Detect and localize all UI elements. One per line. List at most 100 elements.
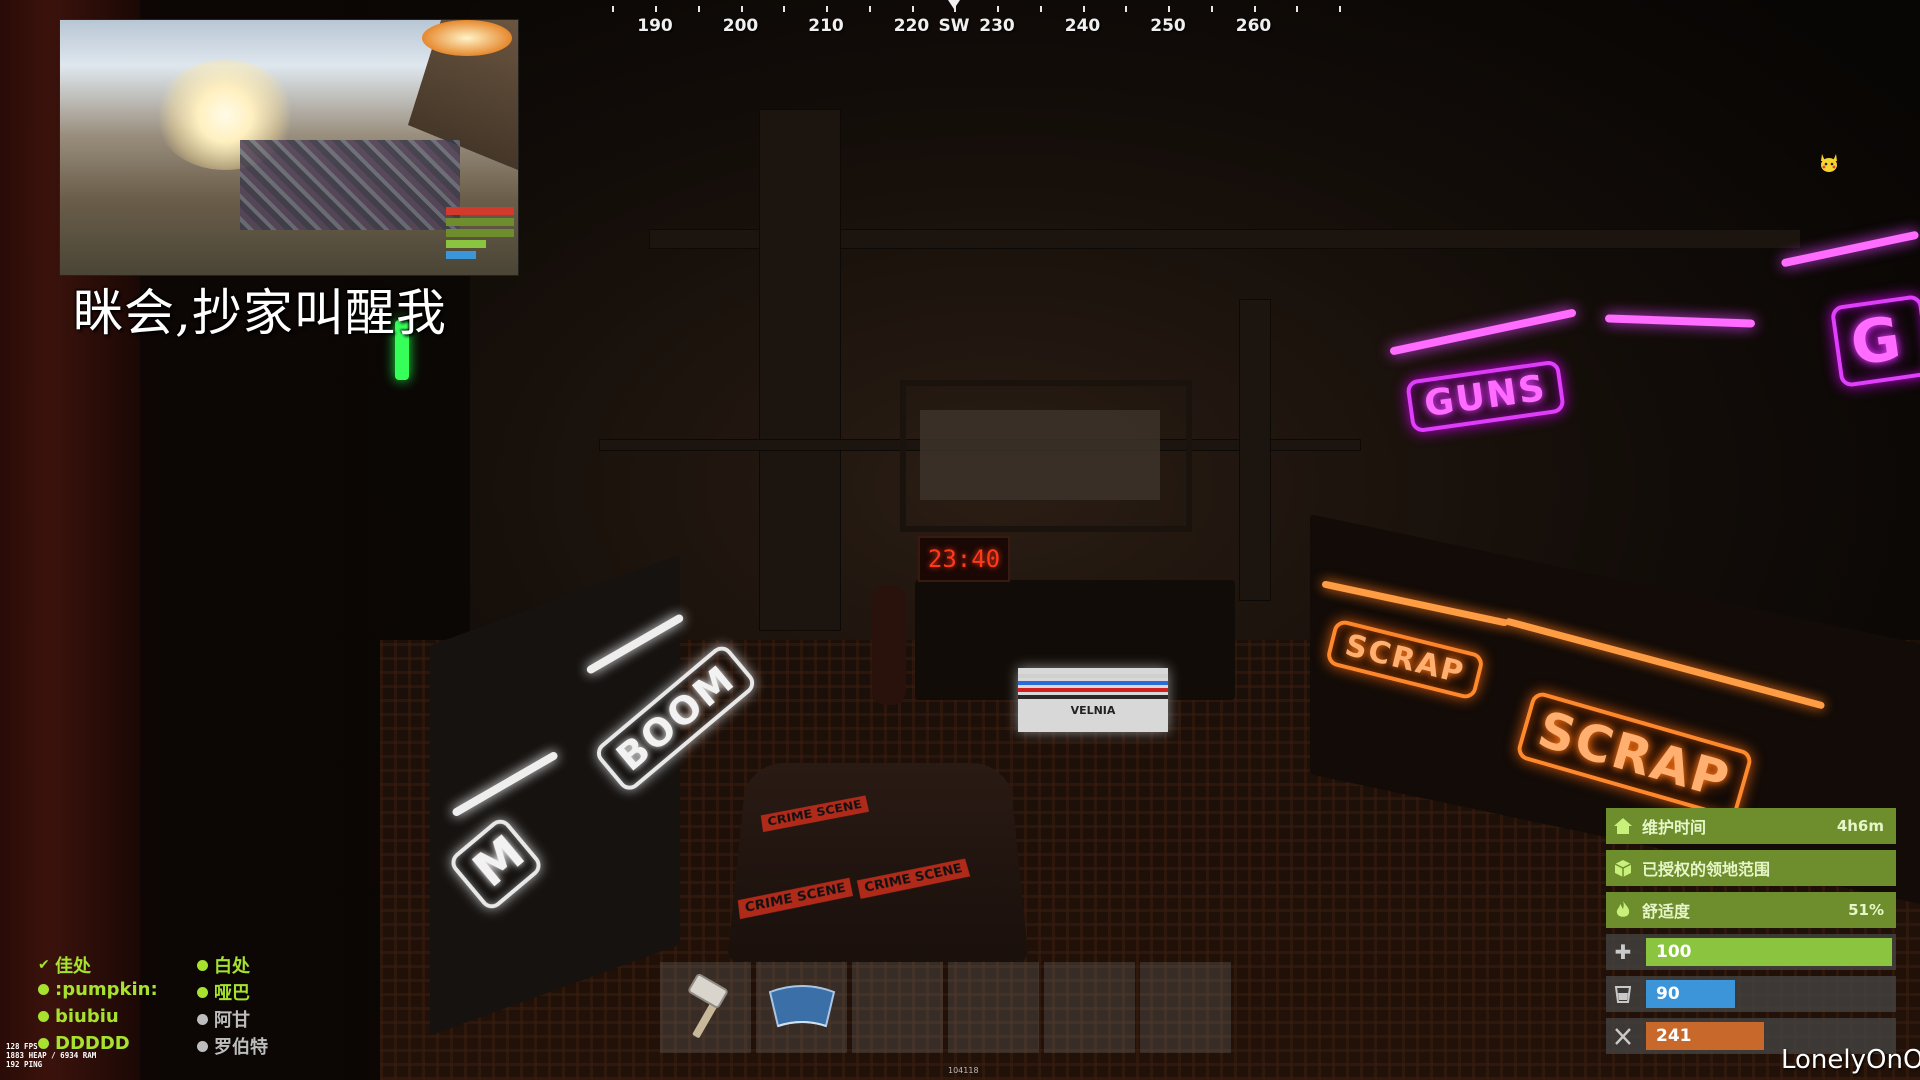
comfort-label: 舒适度	[1642, 902, 1691, 921]
comfort-row: 舒适度 51%	[1606, 892, 1896, 928]
health-bar: 100	[1646, 938, 1892, 966]
compass-minor-tick	[868, 6, 871, 12]
compass-label: 250	[1150, 16, 1186, 36]
compass-minor-tick	[783, 6, 786, 12]
member-name: 哑巴	[214, 983, 250, 1004]
compass-minor-tick	[655, 6, 657, 12]
neon-tube	[1389, 308, 1577, 356]
sleeping-bag[interactable]: CRIME SCENE CRIME SCENE CRIME SCENE	[727, 762, 1029, 962]
stream-caption: 眯会,抄家叫醒我	[73, 284, 447, 342]
compass-minor-tick	[1082, 6, 1085, 12]
cube-icon	[1606, 850, 1640, 886]
compass-pointer-icon	[948, 0, 960, 9]
team-member[interactable]: :pumpkin:	[38, 979, 158, 1000]
team-member[interactable]: 阿甘	[197, 1006, 250, 1032]
compass-minor-tick	[697, 6, 700, 12]
hotbar	[660, 962, 1231, 1053]
team-member[interactable]: ✔ 佳处	[38, 952, 91, 978]
team-member[interactable]: biubiu	[38, 1006, 119, 1027]
food-fill: 241	[1646, 1022, 1765, 1050]
compass-label: SW	[938, 16, 970, 36]
neon-tube	[1604, 314, 1756, 328]
support-pillar	[760, 110, 840, 630]
compass-minor-tick	[1168, 6, 1170, 12]
offline-dot-icon	[197, 1040, 208, 1052]
compass-minor-tick	[1296, 6, 1299, 12]
water-bar: 90	[1646, 980, 1892, 1008]
fps-counter: 128 FPS	[6, 1042, 38, 1051]
fork-knife-icon	[1606, 1018, 1640, 1054]
stream-minimap	[59, 19, 519, 276]
compass-minor-tick	[612, 6, 615, 12]
member-name: 白处	[214, 956, 250, 977]
online-dot-icon	[197, 986, 208, 998]
house-icon	[1606, 808, 1640, 844]
gas-cylinder	[872, 585, 906, 705]
compass-minor-tick	[997, 6, 999, 12]
compass-minor-tick	[1210, 6, 1213, 12]
compass-minor-tick	[826, 6, 828, 12]
town-structures	[240, 140, 460, 230]
compass-minor-tick	[740, 6, 743, 12]
tape-label: CRIME SCENE	[856, 858, 971, 899]
hotbar-slot-3[interactable]	[852, 962, 943, 1053]
compass-label: 210	[808, 16, 844, 36]
compass-label: 200	[722, 16, 759, 36]
cup-icon	[1606, 976, 1640, 1012]
water-row: 90	[1606, 976, 1896, 1012]
compass-label: 230	[979, 16, 1015, 36]
team-member[interactable]: 白处	[197, 952, 250, 978]
hotbar-slot-5[interactable]	[1044, 962, 1135, 1053]
upkeep-row: 维护时间 4h6m	[1606, 808, 1896, 844]
performance-overlay: 128 FPS 1883 HEAP / 6934 RAM 192 PING	[6, 1042, 96, 1069]
compass-minor-tick	[1253, 6, 1256, 12]
hotbar-slot-2[interactable]	[756, 962, 847, 1053]
online-dot-icon	[38, 1011, 49, 1022]
compass-label: 220	[893, 16, 930, 36]
water-fill: 90	[1646, 980, 1735, 1008]
online-dot-icon	[197, 959, 208, 971]
plus-icon: ✚	[1614, 940, 1632, 964]
compass-minor-tick	[1125, 6, 1128, 12]
water-value: 90	[1656, 984, 1680, 1004]
food-value: 241	[1656, 1026, 1692, 1046]
leader-check-icon: ✔	[38, 957, 50, 973]
team-member[interactable]: 罗伯特	[197, 1033, 268, 1059]
compass-label: 260	[1235, 16, 1272, 36]
building-privilege-label: 已授权的领地范围	[1642, 860, 1771, 879]
upkeep-value: 4h6m	[1836, 817, 1884, 835]
compass-label: 240	[1064, 16, 1101, 36]
offline-dot-icon	[197, 1013, 208, 1025]
tape-label: CRIME SCENE	[760, 795, 870, 833]
ping-readout: 192 PING	[6, 1060, 43, 1069]
hotbar-slot-6[interactable]	[1140, 962, 1231, 1053]
hotbar-slot-4[interactable]	[948, 962, 1039, 1053]
lamp	[422, 20, 512, 56]
pikachu-icon	[1818, 152, 1840, 174]
hotbar-slot-1[interactable]	[660, 962, 751, 1053]
compass-minor-tick	[911, 6, 914, 12]
building-privilege-row: 已授权的领地范围	[1606, 850, 1896, 886]
flame-icon	[1606, 892, 1640, 928]
team-member[interactable]: 哑巴	[197, 979, 250, 1005]
tape-label: CRIME SCENE	[737, 877, 854, 920]
member-name: :pumpkin:	[55, 979, 158, 1000]
hammer-icon	[660, 962, 751, 1053]
streamer-username: LonelyOnO	[1781, 1045, 1920, 1075]
hotbar-footer-id: 104118	[948, 1066, 979, 1075]
health-value: 100	[1656, 942, 1692, 962]
online-dot-icon	[38, 984, 49, 995]
comfort-value: 51%	[1848, 901, 1884, 919]
building-plan-icon	[756, 962, 847, 1053]
member-name: biubiu	[55, 1006, 119, 1027]
health-row: ✚ 100	[1606, 934, 1896, 970]
sign-text: VELNIA	[1070, 704, 1116, 717]
memory-readout: 1883 HEAP / 6934 RAM	[6, 1051, 97, 1060]
mini-status-bars	[446, 207, 514, 267]
upkeep-label: 维护时间	[1642, 818, 1707, 837]
neon-tube	[1780, 230, 1920, 268]
velnia-sign: VELNIA	[1018, 668, 1168, 732]
compass-minor-tick	[1039, 6, 1042, 12]
compass-minor-tick	[1339, 6, 1341, 12]
health-fill: 100	[1646, 938, 1892, 966]
